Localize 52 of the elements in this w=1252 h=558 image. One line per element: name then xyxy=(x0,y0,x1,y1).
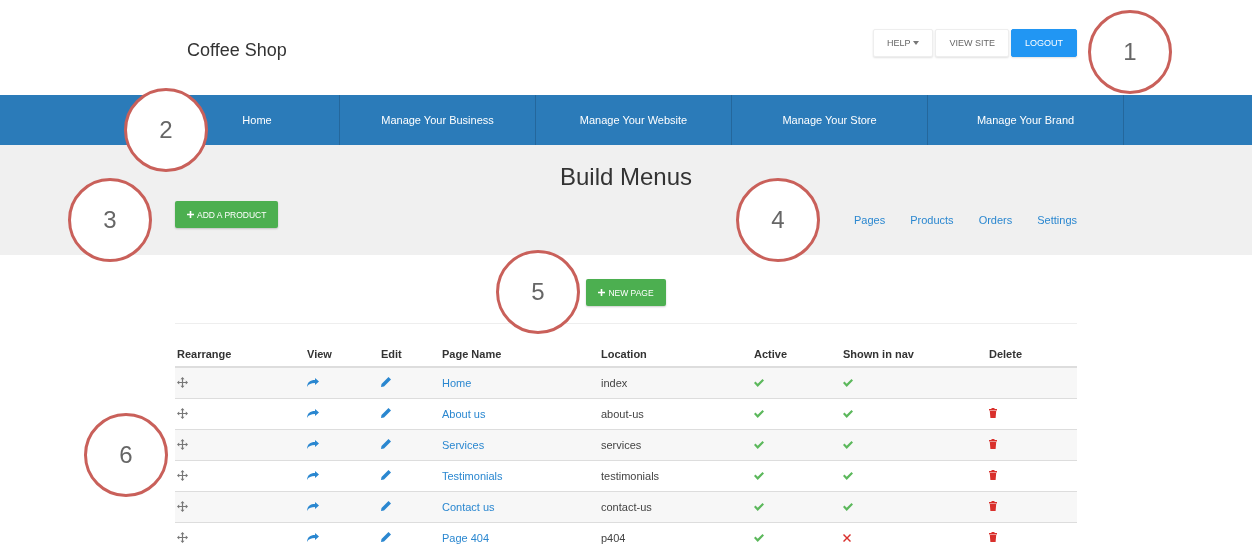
plus-icon xyxy=(598,289,606,296)
page-title: Build Menus xyxy=(558,163,694,191)
pencil-icon[interactable] xyxy=(381,501,391,511)
trash-icon[interactable] xyxy=(989,532,997,542)
share-arrow-icon[interactable] xyxy=(307,378,319,387)
pencil-icon[interactable] xyxy=(381,532,391,542)
pencil-icon[interactable] xyxy=(381,377,391,387)
move-icon[interactable] xyxy=(177,376,188,388)
trash-icon[interactable] xyxy=(989,470,997,480)
page-name-link[interactable]: Page 404 xyxy=(442,532,490,544)
pencil-icon[interactable] xyxy=(381,408,391,418)
page-name-link[interactable]: Testimonials xyxy=(442,470,503,482)
page-name-link[interactable]: Home xyxy=(442,377,472,389)
table-cell: p404 xyxy=(601,532,626,544)
plus-icon xyxy=(187,211,194,218)
help-dropdown[interactable]: HELP xyxy=(872,28,934,57)
callout-overlay: 6 xyxy=(84,413,168,497)
section-link[interactable]: Orders xyxy=(978,213,1013,226)
table-cell: services xyxy=(601,439,642,451)
share-arrow-icon[interactable] xyxy=(307,533,319,542)
table-cell: index xyxy=(601,377,628,389)
table-cell: about-us xyxy=(601,408,644,420)
move-icon[interactable] xyxy=(177,500,188,512)
logout-button[interactable]: LOGOUT xyxy=(1011,28,1077,57)
share-arrow-icon[interactable] xyxy=(307,471,319,480)
share-arrow-icon[interactable] xyxy=(307,440,319,449)
section-link[interactable]: Settings xyxy=(1037,213,1077,226)
page-name-link[interactable]: Services xyxy=(442,439,485,451)
caret-icon xyxy=(913,40,920,45)
move-icon[interactable] xyxy=(177,531,188,543)
move-icon[interactable] xyxy=(177,438,188,450)
move-icon[interactable] xyxy=(177,407,188,419)
new-page-button[interactable]: NEW PAGE xyxy=(586,279,666,306)
move-icon[interactable] xyxy=(177,469,188,481)
table-cell: contact-us xyxy=(601,501,652,513)
callout-overlay: 1 xyxy=(1088,10,1172,94)
share-arrow-icon[interactable] xyxy=(307,409,319,418)
page-name-link[interactable]: Contact us xyxy=(442,501,495,513)
section-link[interactable]: Products xyxy=(910,213,954,226)
callout-overlay: 5 xyxy=(496,250,580,334)
table-cell: testimonials xyxy=(601,470,660,482)
view-site-button[interactable]: VIEW SITE xyxy=(935,28,1009,57)
trash-icon[interactable] xyxy=(989,439,997,449)
page-name-link[interactable]: About us xyxy=(442,408,486,420)
add-product-button[interactable]: ADD A PRODUCT xyxy=(175,201,279,228)
section-link[interactable]: Pages xyxy=(854,213,886,226)
site-brand[interactable]: Coffee Shop xyxy=(187,40,287,61)
trash-icon[interactable] xyxy=(989,408,997,418)
pencil-icon[interactable] xyxy=(381,439,391,449)
share-arrow-icon[interactable] xyxy=(307,502,319,511)
trash-icon[interactable] xyxy=(989,501,997,511)
pencil-icon[interactable] xyxy=(381,470,391,480)
